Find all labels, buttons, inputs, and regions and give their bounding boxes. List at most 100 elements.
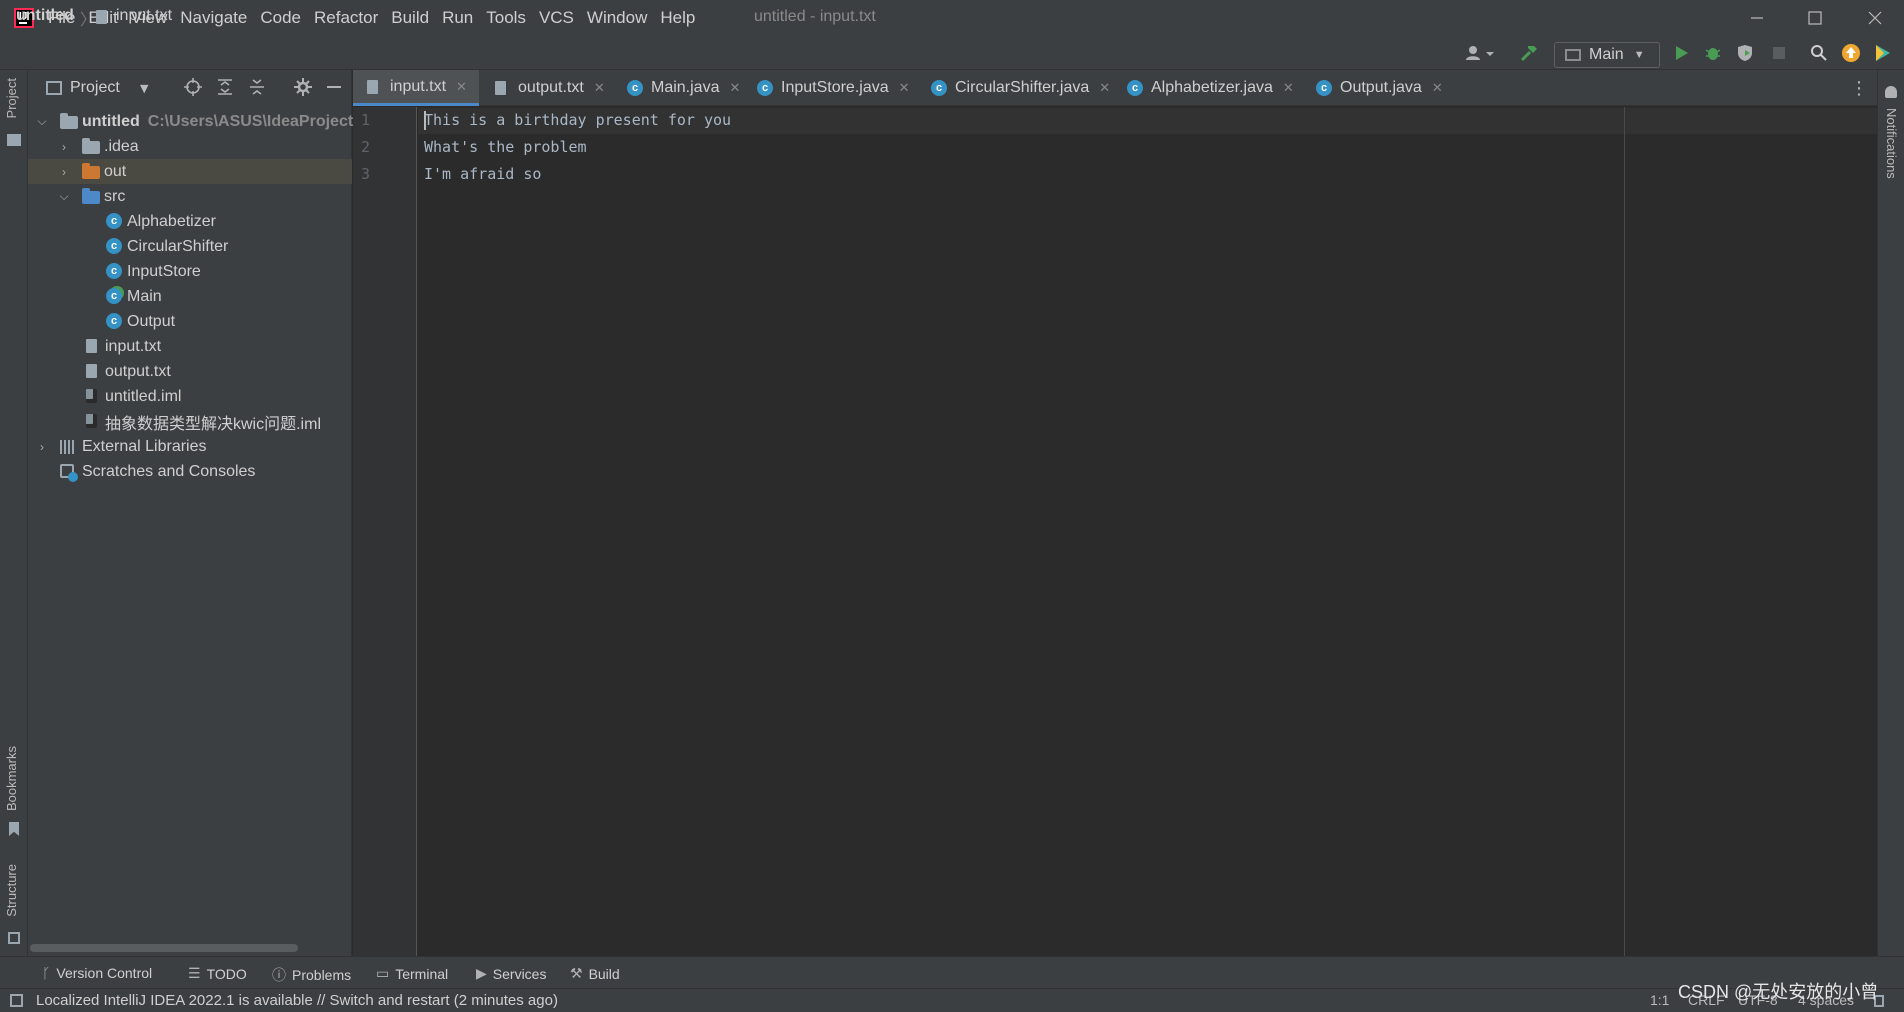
ide-update-button[interactable] (1840, 42, 1862, 64)
coverage-button[interactable] (1734, 42, 1756, 64)
editor-tabs-bar: input.txt ✕ output.txt ✕ c Main.java ✕ c… (353, 70, 1877, 106)
menu-build[interactable]: Build (391, 8, 429, 28)
close-icon[interactable]: ✕ (1283, 80, 1294, 96)
module-folder-icon (60, 113, 78, 129)
tool-build[interactable]: ⚒ Build (570, 965, 620, 982)
code-line-2: What's the problem (424, 138, 587, 156)
close-icon[interactable]: ✕ (899, 80, 910, 96)
menu-refactor[interactable]: Refactor (314, 8, 378, 28)
chevron-down-icon[interactable]: ▼ (140, 82, 148, 95)
tool-version-control[interactable]: ᚴ Version Control (42, 965, 152, 981)
project-tab-label: Project (4, 78, 19, 119)
close-window-button[interactable] (1846, 0, 1904, 36)
tree-item-file-iml[interactable]: untitled.iml (28, 384, 352, 409)
horizontal-scrollbar[interactable] (30, 944, 298, 952)
chevron-right-icon[interactable]: › (58, 140, 70, 154)
line-number: 3 (361, 165, 371, 183)
breadcrumb-file[interactable]: input.txt (116, 7, 172, 25)
debug-button[interactable] (1702, 42, 1724, 64)
close-icon[interactable]: ✕ (594, 80, 605, 96)
stop-icon (1773, 47, 1785, 59)
tab-circularshifter-java[interactable]: c CircularShifter.java ✕ (931, 70, 1110, 106)
collapse-all-button[interactable] (248, 78, 266, 101)
tab-label: Output.java (1340, 79, 1422, 96)
notifications-tool-tab[interactable]: Notifications (1884, 108, 1899, 179)
project-panel: Project ▼ ⌵ untitled C:\Users\ASUS\IdeaPr… (28, 70, 367, 956)
window-title: untitled - input.txt (754, 8, 876, 25)
menu-navigate[interactable]: Navigate (180, 8, 247, 28)
tool-problems[interactable]: ⓘ Problems (272, 965, 351, 985)
gear-icon (294, 78, 312, 96)
editor-text[interactable]: This is a birthday present for you What'… (418, 107, 1618, 207)
code-with-me-button[interactable] (1872, 42, 1894, 64)
tool-terminal[interactable]: ▭ Terminal (376, 965, 448, 982)
menu-vcs[interactable]: VCS (539, 8, 574, 28)
expand-all-button[interactable] (216, 78, 234, 101)
list-icon: ☰ (188, 965, 201, 981)
close-icon[interactable]: ✕ (1432, 80, 1443, 96)
tool-services[interactable]: ▶ Services (476, 965, 546, 982)
chevron-down-icon[interactable]: ⌵ (58, 189, 70, 204)
menu-run[interactable]: Run (442, 8, 473, 28)
code-line-3: I'm afraid so (424, 165, 542, 183)
structure-tool-tab[interactable]: Structure (4, 864, 19, 917)
tool-windows-toggle-icon[interactable] (10, 994, 23, 1007)
tab-inputstore-java[interactable]: c InputStore.java ✕ (757, 70, 910, 106)
tab-output-java[interactable]: c Output.java ✕ (1316, 70, 1443, 106)
project-view-selector[interactable]: Project (70, 79, 120, 97)
breadcrumb-project[interactable]: untitled (16, 7, 74, 25)
more-options-icon[interactable]: ⋮ (1850, 78, 1868, 99)
tree-item-class-circularshifter[interactable]: c CircularShifter (28, 234, 352, 259)
run-configuration-selector[interactable]: Main ▼ (1554, 42, 1660, 68)
search-everywhere-button[interactable] (1808, 42, 1830, 64)
build-project-button[interactable] (1518, 42, 1540, 64)
tree-item-out[interactable]: › out (28, 159, 352, 184)
maximize-button[interactable] (1786, 0, 1844, 36)
bookmarks-tool-tab[interactable]: Bookmarks (4, 746, 19, 811)
tree-item-external-libraries[interactable]: › External Libraries (28, 434, 352, 459)
menu-help[interactable]: Help (660, 8, 695, 28)
close-icon[interactable]: ✕ (456, 79, 467, 95)
panel-options-button[interactable] (294, 78, 312, 101)
user-account-button[interactable] (1464, 42, 1498, 64)
menu-tools[interactable]: Tools (486, 8, 526, 28)
chevron-right-icon[interactable]: › (36, 440, 48, 454)
project-path: C:\Users\ASUS\IdeaProjects\ (147, 112, 367, 130)
status-message[interactable]: Localized IntelliJ IDEA 2022.1 is availa… (36, 992, 558, 1009)
tree-item-class-inputstore[interactable]: c InputStore (28, 259, 352, 284)
project-tool-tab[interactable]: Project (4, 78, 19, 118)
coverage-shield-icon (1738, 45, 1752, 61)
tab-alphabetizer-java[interactable]: c Alphabetizer.java ✕ (1127, 70, 1294, 106)
terminal-icon: ▭ (376, 965, 390, 981)
select-opened-file-button[interactable] (184, 78, 202, 101)
tree-item-file-kwic-iml[interactable]: 抽象数据类型解决kwic问题.iml (28, 409, 352, 434)
stop-button[interactable] (1768, 42, 1790, 64)
close-icon[interactable]: ✕ (729, 80, 740, 96)
menu-code[interactable]: Code (260, 8, 301, 28)
tree-item-file-output[interactable]: output.txt (28, 359, 352, 384)
tree-item-idea[interactable]: › .idea (28, 134, 352, 159)
tree-item-class-output[interactable]: c Output (28, 309, 352, 334)
menu-window[interactable]: Window (587, 8, 647, 28)
tree-item-scratches[interactable]: Scratches and Consoles (28, 459, 352, 484)
tree-item-class-main[interactable]: c Main (28, 284, 352, 309)
chevron-down-icon[interactable]: ⌵ (36, 114, 48, 129)
close-icon[interactable]: ✕ (1099, 80, 1110, 96)
close-icon (1868, 11, 1882, 25)
code-editor[interactable] (418, 107, 1877, 956)
caret-position[interactable]: 1:1 (1650, 992, 1669, 1008)
tree-item-project-root[interactable]: ⌵ untitled C:\Users\ASUS\IdeaProjects\ (28, 109, 366, 134)
tree-item-class-alphabetizer[interactable]: c Alphabetizer (28, 209, 352, 234)
tree-item-file-input[interactable]: input.txt (28, 334, 352, 359)
tab-output-txt[interactable]: output.txt ✕ (485, 70, 605, 106)
chevron-right-icon[interactable]: › (58, 165, 70, 179)
tab-input-txt[interactable]: input.txt ✕ (353, 70, 479, 106)
tool-todo[interactable]: ☰ TODO (188, 965, 247, 982)
module-file-icon (86, 389, 97, 403)
hide-panel-button[interactable] (326, 78, 342, 101)
search-icon (1811, 45, 1827, 61)
run-button[interactable] (1670, 42, 1692, 64)
tree-item-src[interactable]: ⌵ src (28, 184, 352, 209)
tab-main-java[interactable]: c Main.java ✕ (627, 70, 740, 106)
minimize-button[interactable] (1728, 0, 1786, 36)
